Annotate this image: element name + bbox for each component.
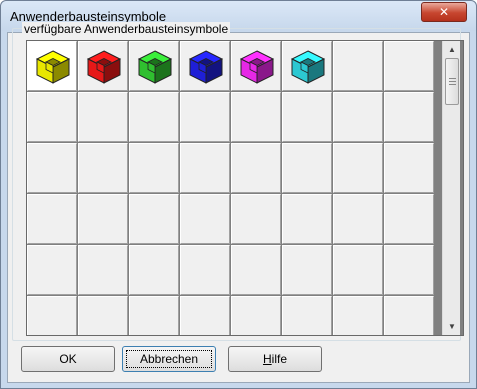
symbol-cell[interactable] [129, 143, 179, 193]
symbol-cell[interactable] [180, 194, 230, 244]
symbol-cell[interactable] [231, 41, 281, 91]
symbol-cell[interactable] [282, 194, 332, 244]
symbol-cell[interactable] [27, 194, 77, 244]
grip-line [449, 78, 456, 79]
symbol-cell[interactable] [78, 194, 128, 244]
cancel-button[interactable]: Abbrechen [122, 346, 216, 372]
symbol-cell[interactable] [78, 41, 128, 91]
grip-line [449, 84, 456, 85]
symbol-cell[interactable] [78, 143, 128, 193]
symbol-grid [26, 40, 464, 336]
symbol-cell[interactable] [282, 143, 332, 193]
magenta-block-icon [239, 50, 275, 84]
symbol-cell[interactable] [333, 245, 383, 295]
focus-ring [126, 350, 212, 368]
symbol-cell[interactable] [27, 143, 77, 193]
symbol-cell[interactable] [384, 143, 434, 193]
blue-block-icon [188, 50, 224, 84]
symbol-cell[interactable] [27, 41, 77, 91]
help-button-label: ilfe [271, 352, 287, 366]
scroll-up-arrow-icon[interactable]: ▲ [443, 41, 461, 58]
close-icon: ✕ [438, 5, 450, 19]
symbol-cell[interactable] [384, 245, 434, 295]
help-button-mnemonic: H [262, 352, 272, 366]
scroll-down-arrow-icon[interactable]: ▼ [443, 318, 461, 335]
symbol-cell[interactable] [231, 92, 281, 142]
ok-button-label: OK [59, 352, 77, 366]
symbol-cell[interactable] [78, 245, 128, 295]
symbol-cell[interactable] [282, 296, 332, 335]
ok-button[interactable]: OK [21, 346, 115, 372]
symbol-cell[interactable] [231, 296, 281, 335]
symbol-cell[interactable] [384, 296, 434, 335]
symbol-cell[interactable] [129, 194, 179, 244]
symbol-cell[interactable] [180, 296, 230, 335]
symbol-cell[interactable] [78, 92, 128, 142]
symbol-cell[interactable] [282, 245, 332, 295]
symbol-cell[interactable] [27, 245, 77, 295]
symbol-cell[interactable] [384, 92, 434, 142]
symbol-cell[interactable] [231, 143, 281, 193]
cyan-block-icon [290, 50, 326, 84]
symbol-cell[interactable] [333, 143, 383, 193]
close-button[interactable]: ✕ [421, 2, 467, 22]
grip-line [449, 81, 456, 82]
symbol-cell[interactable] [384, 194, 434, 244]
yellow-block-icon [35, 50, 71, 84]
symbol-cell[interactable] [129, 41, 179, 91]
symbol-cell[interactable] [78, 296, 128, 335]
symbol-cell[interactable] [180, 92, 230, 142]
symbol-cell[interactable] [180, 143, 230, 193]
symbol-cell[interactable] [129, 296, 179, 335]
symbol-cell[interactable] [282, 92, 332, 142]
dialog-window: Anwenderbausteinsymbole ✕ verfügbare Anw… [0, 0, 477, 389]
scrollbar-thumb[interactable] [445, 58, 459, 105]
symbol-cell[interactable] [27, 296, 77, 335]
symbol-cell[interactable] [231, 245, 281, 295]
symbol-cell[interactable] [27, 92, 77, 142]
green-block-icon [137, 50, 173, 84]
red-block-icon [86, 50, 122, 84]
symbol-cell[interactable] [282, 41, 332, 91]
symbol-cell[interactable] [333, 296, 383, 335]
symbol-cell[interactable] [333, 194, 383, 244]
help-button[interactable]: Hilfe [228, 346, 322, 372]
symbol-cell[interactable] [129, 245, 179, 295]
symbol-cell[interactable] [384, 41, 434, 91]
groupbox-label: verfügbare Anwenderbausteinsymbole [22, 22, 231, 36]
symbol-cell[interactable] [129, 92, 179, 142]
symbol-cell[interactable] [333, 41, 383, 91]
symbol-cell[interactable] [231, 194, 281, 244]
vertical-scrollbar[interactable]: ▲ ▼ [442, 41, 460, 335]
symbol-cell[interactable] [333, 92, 383, 142]
symbol-cell[interactable] [180, 41, 230, 91]
symbol-cell[interactable] [180, 245, 230, 295]
